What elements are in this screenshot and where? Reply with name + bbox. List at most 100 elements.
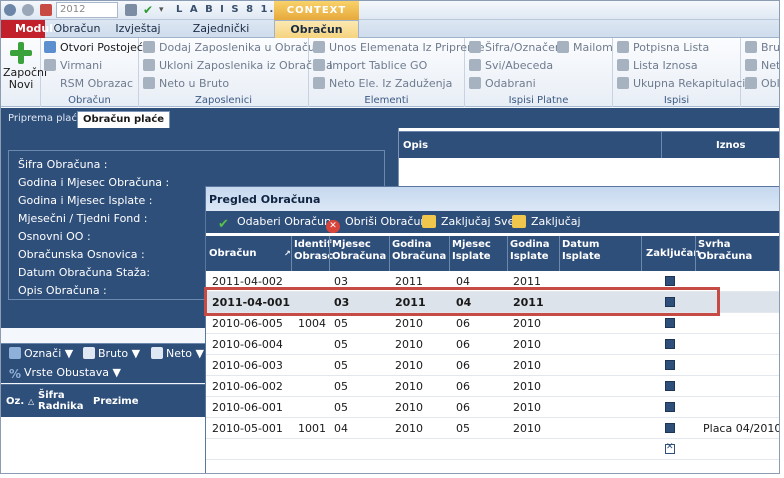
cell-obracun: 2010-06-005 [212, 317, 283, 330]
zapocni-novi-button[interactable]: Započni Novi [3, 42, 47, 91]
unos-elemenata-button[interactable]: Unos Elemenata Iz Pripreme [313, 40, 485, 56]
column-datum-isplate[interactable]: Datum Isplate [562, 239, 608, 263]
year-input[interactable]: 2012 [56, 2, 118, 18]
field-sifra-obracuna: Šifra Obračuna : [18, 158, 108, 171]
column-godina-obracuna[interactable]: Godina Obračuna [392, 239, 448, 263]
dropdown-icon[interactable]: ▾ [159, 4, 171, 16]
field-mjesecni-tjedni-fond: Mjesečni / Tjedni Fond : [18, 212, 148, 225]
employee-toolbar: Označi ▼ Bruto ▼ Neto ▼ % Vrste Obustava … [1, 343, 206, 383]
column-divider [507, 236, 508, 271]
column-divider [661, 131, 662, 158]
neto-ele-button[interactable]: Neto Ele. Iz Zaduženja [313, 76, 452, 92]
column-prezime[interactable]: Prezime [93, 396, 139, 407]
ukloni-zaposlenika-button[interactable]: Ukloni Zaposlenika iz Obračuna [143, 58, 333, 74]
column-oz[interactable]: Oz. [6, 396, 24, 407]
summary-icon [617, 77, 629, 89]
dodaj-zaposlenika-button[interactable]: Dodaj Zaposlenika u Obračun [143, 40, 322, 56]
employee-grid-header: Oz. △ Šifra Radnika Prezime [1, 384, 206, 417]
elements-grid-header: Opis Iznos [399, 131, 779, 158]
sort-icon: ↗ [284, 249, 291, 258]
potpisna-lista-button[interactable]: Potpisna Lista [617, 40, 709, 56]
column-opis[interactable]: Opis [403, 140, 428, 151]
tab-obracun-place[interactable]: Obračun Plaće [274, 20, 359, 54]
lista-iznosa-button[interactable]: Lista Iznosa [617, 58, 698, 74]
import-tablice-button[interactable]: Import Tablice GO [313, 58, 427, 74]
zakljucaj-sve-button[interactable]: Zaključaj Sve [422, 215, 514, 228]
column-zakljucan[interactable]: Zaključan [646, 248, 700, 260]
table-row[interactable]: 2010-06-001 05 2010 06 2010 [206, 397, 779, 418]
zakljucan-checkbox[interactable] [665, 339, 675, 349]
ukupna-rekapitulacija-button[interactable]: Ukupna Rekapitulacija [617, 76, 755, 92]
rsm-icon [44, 77, 56, 89]
table-row[interactable]: 2010-06-004 05 2010 06 2010 [206, 334, 779, 355]
virmani-button[interactable]: Virmani [44, 58, 102, 74]
obrisi-obracun-button[interactable]: ✕ Obriši Obračun [326, 215, 427, 233]
bruto-doc-icon [83, 347, 95, 359]
column-mjesec-obracuna[interactable]: Mjesec Obračuna [332, 239, 388, 263]
settings-icon[interactable] [22, 4, 34, 16]
user-icon[interactable] [4, 4, 16, 16]
tab-izvjestaj[interactable]: Izvještaj [109, 20, 167, 38]
tab-moduli[interactable]: Moduli [1, 20, 57, 38]
cell-godina-isplate: 2010 [513, 401, 541, 414]
column-iznos[interactable]: Iznos [716, 140, 745, 151]
application-window: 2012 ✔ ▾ L A B I S 8 1.2.0.... CONTEXT M… [0, 0, 780, 474]
cell-godina-isplate: 2010 [513, 359, 541, 372]
table-row[interactable]: 2010-05-001 1001 04 2010 05 2010 Placa 0… [206, 418, 779, 439]
tab-obracun-place-doc[interactable]: Obračun plaće [77, 111, 171, 128]
employee-grid-body [1, 417, 206, 473]
zakljucan-checkbox[interactable] [665, 360, 675, 370]
oznaci-dropdown[interactable]: Označi ▼ [9, 347, 73, 360]
sifra-oznaceni-button[interactable]: Šifra/Označeni [469, 40, 565, 56]
cell-godina-isplate: 2010 [513, 380, 541, 393]
edit-icon[interactable] [125, 4, 137, 16]
tab-priprema-place[interactable]: Priprema plaće [3, 111, 88, 128]
dialog-titlebar: Pregled Obračuna [206, 187, 779, 211]
bruto-dropdown[interactable]: Bruto ▼ [83, 347, 140, 360]
vrste-obustava-dropdown[interactable]: % Vrste Obustava ▼ [9, 366, 121, 380]
bruto-print-button[interactable]: Brut [745, 40, 779, 56]
cell-obracun: 2010-05-001 [212, 422, 283, 435]
rsm-obrazac-button[interactable]: RSM Obrazac [44, 76, 133, 92]
table-row[interactable]: 2010-06-005 1004 05 2010 06 2010 [206, 313, 779, 334]
calendar-icon[interactable] [40, 4, 52, 16]
neto-print-button[interactable]: Neto [745, 58, 779, 74]
zakljucan-checkbox[interactable] [665, 276, 675, 286]
bruto-icon [745, 41, 757, 53]
otvori-postojeci-button[interactable]: Otvori Postojeći [44, 40, 146, 56]
column-mjesec-isplate[interactable]: Mjesec Isplate [452, 239, 506, 263]
column-godina-isplate[interactable]: Godina Isplate [510, 239, 560, 263]
amounts-icon [617, 59, 629, 71]
tab-obracun[interactable]: Obračun [49, 20, 105, 38]
field-godina-mjesec-isplate: Godina i Mjesec Isplate : [18, 194, 153, 207]
obla-print-button[interactable]: Obla [745, 76, 779, 92]
check-icon[interactable]: ✔ [143, 4, 155, 16]
cell-obracun: 2010-06-003 [212, 359, 283, 372]
odaberi-obracun-button[interactable]: ✔ Odaberi Obračun [218, 215, 331, 231]
table-row-new[interactable] [206, 439, 779, 460]
document-tabs: Priprema plaće Obračun plaće [1, 108, 779, 128]
mailom-button[interactable]: Mailom [557, 40, 613, 56]
table-row[interactable]: 2010-06-003 05 2010 06 2010 [206, 355, 779, 376]
group-label-obracun: Obračun [68, 95, 111, 106]
neto-u-bruto-button[interactable]: Neto u Bruto [143, 76, 229, 92]
cell-mjesec-obracuna: 05 [334, 380, 348, 393]
svi-abeceda-button[interactable]: Svi/Abeceda [469, 58, 553, 74]
neto-dropdown[interactable]: Neto ▼ [151, 347, 204, 360]
column-svrha-obracuna[interactable]: Svrha Obračuna [698, 239, 758, 263]
zakljucan-checkbox[interactable] [665, 318, 675, 328]
column-sifra-radnika[interactable]: Šifra Radnika [38, 390, 84, 412]
zakljucan-checkbox-new[interactable] [665, 442, 675, 454]
table-row[interactable]: 2010-06-002 05 2010 06 2010 [206, 376, 779, 397]
cell-mjesec-isplate: 06 [456, 380, 470, 393]
remove-user-icon [143, 59, 155, 71]
column-identif-obrasc[interactable]: Identif Obrasc [294, 239, 333, 263]
tab-zajednicki-sifarnici[interactable]: Zajednički Šifarnici [171, 20, 271, 53]
odabrani-button[interactable]: Odabrani [469, 76, 536, 92]
zakljucaj-button[interactable]: Zaključaj [512, 215, 581, 228]
zakljucan-checkbox[interactable] [665, 402, 675, 412]
column-obracun[interactable]: Obračun [209, 248, 257, 260]
dialog-toolbar: ✔ Odaberi Obračun ✕ Obriši Obračun Zaključ… [206, 211, 779, 233]
zakljucan-checkbox[interactable] [665, 381, 675, 391]
zakljucan-checkbox[interactable] [665, 423, 675, 433]
